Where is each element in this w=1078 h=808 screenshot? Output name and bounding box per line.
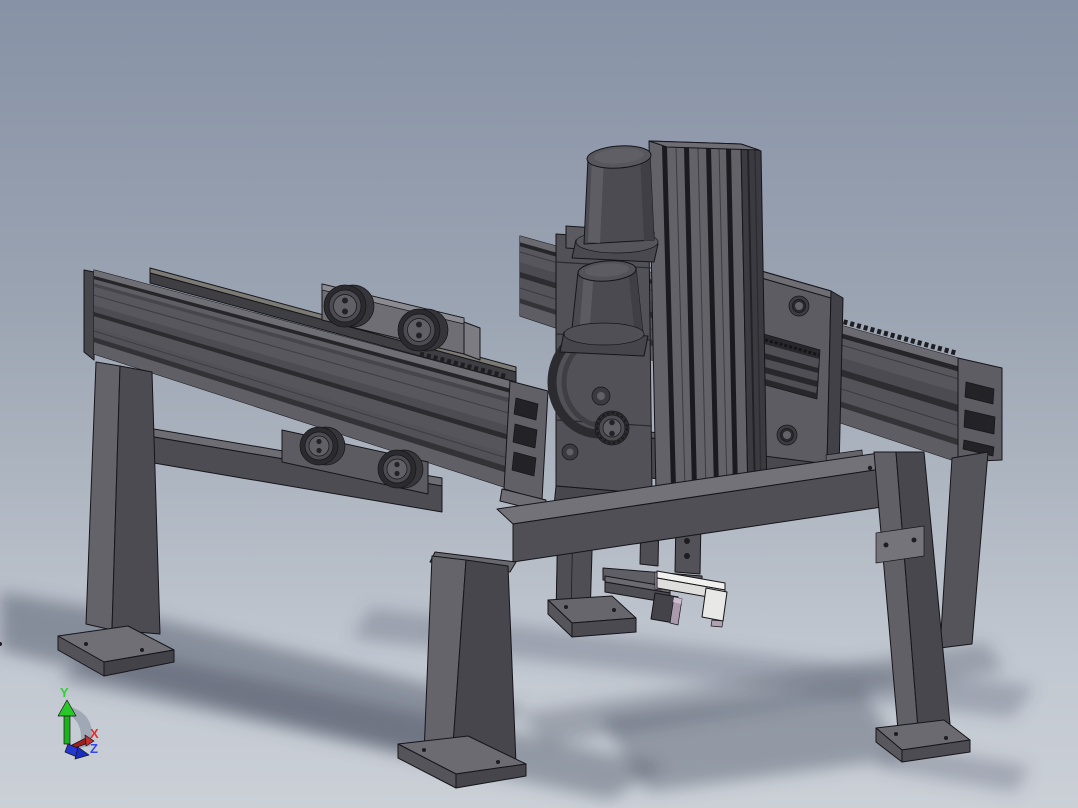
bearing-bolt <box>776 424 798 446</box>
cad-3d-viewport[interactable]: Y X Z <box>0 0 1078 808</box>
pinion-wheel <box>594 410 630 446</box>
roller-wheel <box>323 284 375 328</box>
roller-wheel <box>377 449 424 489</box>
triad-z-label: Z <box>90 741 98 756</box>
triad-y-label: Y <box>60 685 69 700</box>
bearing-bolt <box>788 295 810 317</box>
triad-x-label: X <box>90 726 99 741</box>
roller-wheel <box>397 308 449 352</box>
rail-end-cap <box>957 357 1003 463</box>
roller-wheel <box>299 426 346 466</box>
bolt <box>561 443 579 461</box>
z-axis-column[interactable] <box>648 140 768 497</box>
bolt <box>591 386 611 406</box>
